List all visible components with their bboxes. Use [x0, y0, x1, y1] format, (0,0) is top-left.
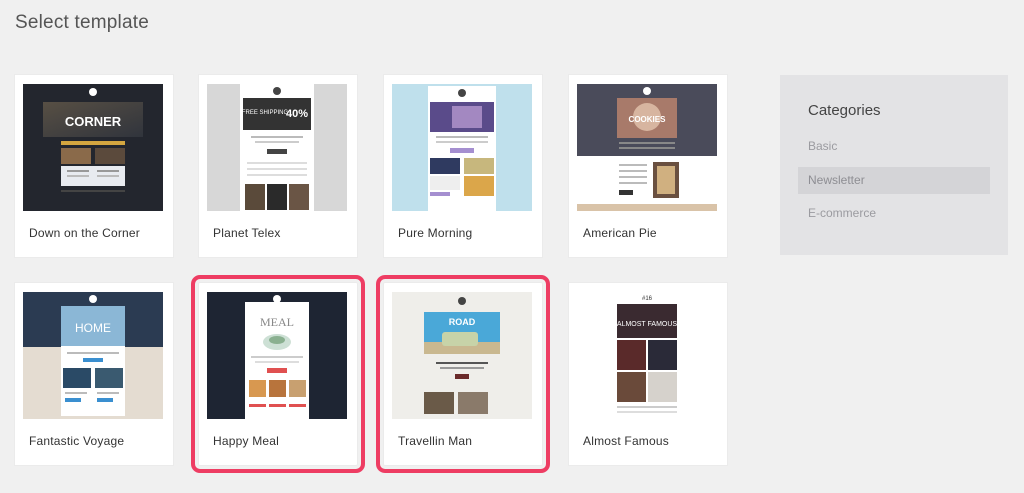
- svg-text:40%: 40%: [286, 108, 308, 120]
- categories-panel: Categories Basic Newsletter E-commerce: [780, 75, 1008, 255]
- svg-text:HOME: HOME: [75, 321, 111, 335]
- template-card-almost-famous[interactable]: #16 ALMOST FAMOUS Almost Famous: [569, 283, 727, 465]
- template-thumbnail: HOME: [23, 292, 163, 419]
- svg-text:MEAL: MEAL: [260, 315, 294, 329]
- svg-text:#16: #16: [642, 296, 653, 302]
- template-name: Almost Famous: [583, 434, 669, 448]
- template-name: Happy Meal: [213, 434, 280, 448]
- page-title: Select template: [15, 12, 149, 33]
- category-newsletter[interactable]: Newsletter: [798, 167, 990, 194]
- svg-text:COOKIES: COOKIES: [629, 115, 667, 124]
- template-name: Down on the Corner: [29, 226, 140, 240]
- template-card-down-on-the-corner[interactable]: CORNER Down on the Corner: [15, 75, 173, 257]
- template-name: Planet Telex: [213, 226, 281, 240]
- template-name: Fantastic Voyage: [29, 434, 125, 448]
- template-thumbnail: CORNER: [23, 84, 163, 211]
- template-card-american-pie[interactable]: COOKIES American Pie: [569, 75, 727, 257]
- template-card-pure-morning[interactable]: Pure Morning: [384, 75, 542, 257]
- template-name: American Pie: [583, 226, 657, 240]
- template-thumbnail: COOKIES: [577, 84, 717, 211]
- category-e-commerce[interactable]: E-commerce: [798, 200, 990, 227]
- template-thumbnail: ROAD: [392, 292, 532, 419]
- template-card-travellin-man[interactable]: ROAD Travellin Man: [376, 275, 550, 473]
- categories-title: Categories: [808, 102, 881, 119]
- category-basic[interactable]: Basic: [798, 133, 990, 160]
- template-thumbnail: FREE SHIPPING 40%: [207, 84, 347, 211]
- svg-text:CORNER: CORNER: [65, 114, 122, 129]
- svg-text:FREE SHIPPING: FREE SHIPPING: [242, 110, 289, 116]
- template-thumbnail: [392, 84, 532, 211]
- template-name: Travellin Man: [398, 434, 473, 448]
- template-name: Pure Morning: [398, 226, 473, 240]
- svg-text:ROAD: ROAD: [449, 317, 476, 327]
- template-thumbnail: MEAL: [207, 292, 347, 419]
- template-card-fantastic-voyage[interactable]: HOME Fantastic Voyage: [15, 283, 173, 465]
- template-card-planet-telex[interactable]: FREE SHIPPING 40% Planet Telex: [199, 75, 357, 257]
- template-thumbnail: #16 ALMOST FAMOUS: [577, 292, 717, 419]
- svg-text:ALMOST FAMOUS: ALMOST FAMOUS: [617, 321, 677, 328]
- template-card-happy-meal[interactable]: MEAL Happy Meal: [191, 275, 365, 473]
